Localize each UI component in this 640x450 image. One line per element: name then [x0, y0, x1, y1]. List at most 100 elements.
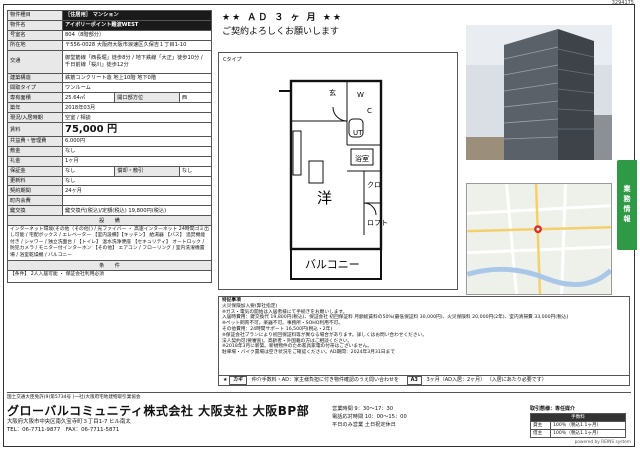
- spec-value: 鍵交換代(税込)/定額(税込) 19,800円(税込): [62, 205, 212, 217]
- business-info-tab[interactable]: 業務情報: [617, 160, 637, 250]
- hours-value: 9：30～17：30: [354, 406, 394, 412]
- agent-footer: 国土交通大臣免許(9)第5734号 (一社)大阪府宅地建物取引業協会 グローバル…: [7, 392, 631, 445]
- spec-value: 24ヶ月: [62, 185, 212, 197]
- fee-value: 100％（税込1.1ヶ月）: [550, 429, 626, 438]
- spec-row: 賃料 75,000 円: [7, 122, 212, 138]
- room-label-balcony: バルコニー: [305, 258, 360, 271]
- spec-value: なし: [62, 145, 212, 157]
- section-header: 条 件: [7, 260, 212, 271]
- key-label: カギ: [229, 376, 248, 385]
- hours-label: 営業時間: [332, 406, 353, 412]
- spec-row: 築年 2018年03月: [7, 102, 212, 114]
- spec-key: 現況/入居時期: [7, 112, 63, 124]
- spec-key: 所在地: [7, 39, 63, 51]
- section-header: 設 備: [7, 215, 212, 227]
- spec-value: アイボリーポイント難波WEST: [62, 19, 212, 31]
- spec-row: 保証金 なし 償却・敷引 なし: [7, 165, 213, 177]
- page-id: 3294175: [611, 0, 634, 6]
- room-label-c: C: [367, 107, 372, 115]
- floor-plan: Cタイプ 洋 バルコニー 浴室 UT クロ ロフト W C 玄: [218, 52, 458, 290]
- room-label-closet: クロ: [367, 181, 381, 189]
- phone-hours-label: 電話応対時間: [332, 414, 364, 420]
- reins-credit: powered by REINS system: [574, 440, 631, 445]
- spec-row: 契約期間 24ヶ月: [7, 185, 212, 197]
- ad-slogan-sub: ご契約よろしくお願いします: [222, 27, 340, 37]
- spec-row: 物件名 アイボリーポイント難波WEST: [7, 19, 212, 31]
- spec-key: 号室名: [7, 29, 63, 41]
- floor-plan-drawing: 洋 バルコニー 浴室 UT クロ ロフト W C 玄: [279, 79, 388, 280]
- spec-value: 鉄筋コンクリート造 地上10階 地下0階: [62, 72, 212, 84]
- spec-key: 間取タイプ: [7, 82, 63, 94]
- building-photo: [466, 25, 612, 160]
- fee-key: 借主: [530, 429, 551, 438]
- license-number: 国土交通大臣免許(9)第5734号 (一社)大阪府宅地建物取引業協会: [7, 395, 141, 400]
- ad-row: ★ カギ 仲介手数料・AD：家主様負担に付き物件確認のうえ問い合わせを A3 3…: [218, 376, 630, 386]
- spec-value: なし: [178, 165, 213, 177]
- fee-header: 手数料: [530, 413, 626, 422]
- phone-hours-value: 10：00～15：00: [364, 414, 407, 420]
- room-label-w: W: [357, 91, 364, 99]
- spec-value: 25.64㎡: [61, 92, 116, 104]
- spec-row: 専有面積 25.64㎡ 開口部方位西: [7, 92, 213, 104]
- spec-key: 物件種目: [7, 10, 63, 21]
- fee-table: 手数料 貸主 100％（税込1.1ヶ月） 借主 100％（税込1.1ヶ月）: [530, 413, 626, 438]
- spec-key: 開口部方位: [114, 92, 180, 104]
- tel-number[interactable]: TEL：06-7711-9877: [7, 427, 60, 433]
- plan-fridge: [308, 160, 324, 184]
- commission-box: 取引態様：専任媒介 手数料 貸主 100％（税込1.1ヶ月） 借主 100％（税込1…: [530, 405, 626, 438]
- spec-value: なし: [61, 165, 116, 177]
- address-line: 大阪府大阪市中央区南久宝寺町３丁目1-7 ヒル南太: [7, 419, 131, 425]
- ad-code: A3: [406, 376, 422, 385]
- transaction-type: 取引態様：専任媒介: [530, 406, 576, 412]
- spec-value: 〒556-0028 大阪府大阪市浪速区久保吉１丁目1-10: [62, 39, 212, 51]
- spec-key: 賃料: [7, 122, 63, 138]
- spec-value: 空室 / 相談: [62, 112, 212, 124]
- remarks-box: 特記事項 火災保険加入要(弊社指定) ※ガス・電気の開始は入居者様にて手続きをお…: [218, 296, 630, 376]
- spec-key: 礼金: [7, 155, 63, 167]
- fee-key: 貸主: [530, 421, 551, 430]
- spec-value: 75,000 円: [62, 122, 212, 138]
- plan-kitchen: [292, 130, 302, 176]
- company-name: グローバルコミュニティ株式会社 大阪支社 大阪BP部: [7, 404, 310, 418]
- spec-row: 共益費・管理費 6,000円: [7, 136, 212, 147]
- section-body: インターネット環境(その他（その他）) / 光ファイバー ・ 高速インターネット…: [7, 225, 212, 262]
- spec-key: 更新料: [7, 175, 63, 187]
- spec-row: 礼金 1ヶ月: [7, 155, 212, 167]
- spec-row: 更新料 なし: [7, 175, 212, 187]
- spec-key: 町内会費: [7, 195, 63, 207]
- spec-value: 西: [178, 92, 213, 104]
- spec-key: 敷金: [7, 145, 63, 157]
- spec-row: 現況/入居時期 空室 / 相談: [7, 112, 212, 124]
- fee-value: 100％（税込1.1ヶ月）: [550, 421, 626, 430]
- spec-key: 償却・敷引: [114, 165, 180, 177]
- spec-row: 間取タイプ ワンルーム: [7, 82, 212, 94]
- section-body: 【条件】 2人入居可能 ・ 保証会社利用必須: [7, 269, 212, 283]
- spec-value: [62, 195, 212, 207]
- spec-row: 建築構造 鉄筋コンクリート造 地上10階 地下0階: [7, 72, 212, 84]
- spec-key: 物件名: [7, 19, 63, 31]
- room-label-ut: UT: [353, 129, 363, 137]
- ad-note: （入居にあたり必要です）: [486, 377, 547, 383]
- holiday-value: 土日祝定休日: [364, 422, 396, 428]
- company-address: 大阪府大阪市中央区南久宝寺町３丁目1-7 ヒル南太 TEL：06-7711-98…: [7, 418, 131, 434]
- spec-value: 6,000円: [62, 136, 212, 147]
- spec-value: ［住居用］ マンション: [62, 10, 212, 21]
- room-label-loft: ロフト: [367, 219, 388, 227]
- plan-door-arc: [332, 106, 348, 122]
- room-label-western: 洋: [317, 189, 332, 207]
- ad-marker: ★: [223, 377, 228, 383]
- spec-row: 交通 御堂筋線「西長堀」徒歩8分 / 地下鉄線「大正」徒歩10分 / 千日前線「桜…: [7, 49, 212, 74]
- spec-key: 専有面積: [7, 92, 63, 104]
- spec-value: 御堂筋線「西長堀」徒歩8分 / 地下鉄線「大正」徒歩10分 / 千日前線「桜川」…: [62, 49, 212, 74]
- spec-value: ワンルーム: [62, 82, 212, 94]
- spec-key: 鍵交換: [7, 205, 63, 217]
- plan-door-arc: [363, 202, 377, 216]
- holiday-label: 平日のみ営業: [332, 422, 364, 428]
- spec-value: 1ヶ月: [62, 155, 212, 167]
- ad-period: 3ヶ月（AD入居：2ヶ月）: [426, 377, 486, 383]
- spec-key: 共益費・管理費: [7, 136, 63, 147]
- ad-slogan: ★★ ＡＤ ３ ヶ 月 ★★: [222, 13, 343, 23]
- room-label-bath: 浴室: [355, 154, 369, 163]
- spec-key: 契約期間: [7, 185, 63, 197]
- spec-value: 2018年03月: [62, 102, 212, 114]
